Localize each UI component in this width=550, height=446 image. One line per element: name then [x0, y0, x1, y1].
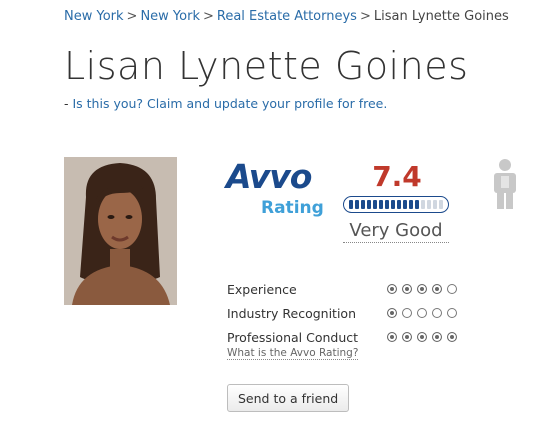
filled-dot-icon — [447, 332, 457, 342]
rating-criteria: Experience Industry Recognition Profession… — [227, 277, 457, 349]
rating-bar-segment — [415, 200, 419, 209]
rating-bar-segment — [367, 200, 371, 209]
rating-bar-segment — [439, 200, 443, 209]
logo-brand-text: Avvo — [226, 157, 312, 196]
filled-dot-icon — [432, 284, 442, 294]
filled-dot-icon — [402, 332, 412, 342]
breadcrumb-current: Lisan Lynette Goines — [373, 9, 509, 24]
avvo-rating-logo: Avvo Rating — [226, 160, 330, 222]
breadcrumb-link-city[interactable]: New York — [140, 9, 200, 24]
criteria-row: Experience — [227, 277, 457, 301]
empty-dot-icon — [447, 284, 457, 294]
claim-line: - Is this you? Claim and update your pro… — [64, 96, 387, 111]
breadcrumb: New York > New York > Real Estate Attorneys >… — [64, 9, 509, 24]
send-to-friend-button[interactable]: Send to a friend — [227, 384, 350, 412]
profile-photo — [64, 157, 177, 305]
criteria-label: Experience — [227, 281, 297, 297]
rating-bar-segment — [355, 200, 359, 209]
rating-score: 7.4 — [372, 160, 422, 193]
logo-rating-text: Rating — [261, 198, 324, 218]
rating-bar-segment — [373, 200, 377, 209]
breadcrumb-link-practice[interactable]: Real Estate Attorneys — [217, 9, 357, 24]
criteria-row: Professional Conduct — [227, 325, 457, 349]
rating-bar-segment — [361, 200, 365, 209]
filled-dot-icon — [387, 284, 397, 294]
empty-dot-icon — [432, 308, 442, 318]
rating-bar-segment — [385, 200, 389, 209]
breadcrumb-separator: > — [202, 9, 214, 24]
filled-dot-icon — [387, 308, 397, 318]
criteria-dots — [387, 332, 457, 342]
rating-bar-segment — [397, 200, 401, 209]
criteria-label: Industry Recognition — [227, 305, 356, 321]
breadcrumb-separator: > — [359, 9, 371, 24]
criteria-row: Industry Recognition — [227, 301, 457, 325]
rating-bar — [343, 196, 449, 213]
filled-dot-icon — [387, 332, 397, 342]
criteria-label: Professional Conduct — [227, 329, 359, 345]
filled-dot-icon — [402, 284, 412, 294]
filled-dot-icon — [417, 284, 427, 294]
what-is-rating-link[interactable]: What is the Avvo Rating? — [227, 347, 359, 360]
page-title: Lisan Lynette Goines — [64, 44, 469, 88]
empty-dot-icon — [447, 308, 457, 318]
rating-verdict: Very Good — [343, 220, 449, 243]
rating-bar-segment — [349, 200, 353, 209]
filled-dot-icon — [417, 332, 427, 342]
claim-profile-link[interactable]: Is this you? Claim and update your profi… — [72, 96, 387, 111]
empty-dot-icon — [402, 308, 412, 318]
rating-bar-segment — [379, 200, 383, 209]
criteria-dots — [387, 308, 457, 318]
rating-bar-segment — [391, 200, 395, 209]
person-icon — [494, 159, 516, 209]
breadcrumb-link-state[interactable]: New York — [64, 9, 124, 24]
rating-bar-segment — [427, 200, 431, 209]
rating-bar-segment — [409, 200, 413, 209]
rating-bar-segment — [403, 200, 407, 209]
empty-dot-icon — [417, 308, 427, 318]
filled-dot-icon — [432, 332, 442, 342]
criteria-dots — [387, 284, 457, 294]
rating-bar-segment — [421, 200, 425, 209]
rating-bar-segment — [433, 200, 437, 209]
breadcrumb-separator: > — [126, 9, 138, 24]
